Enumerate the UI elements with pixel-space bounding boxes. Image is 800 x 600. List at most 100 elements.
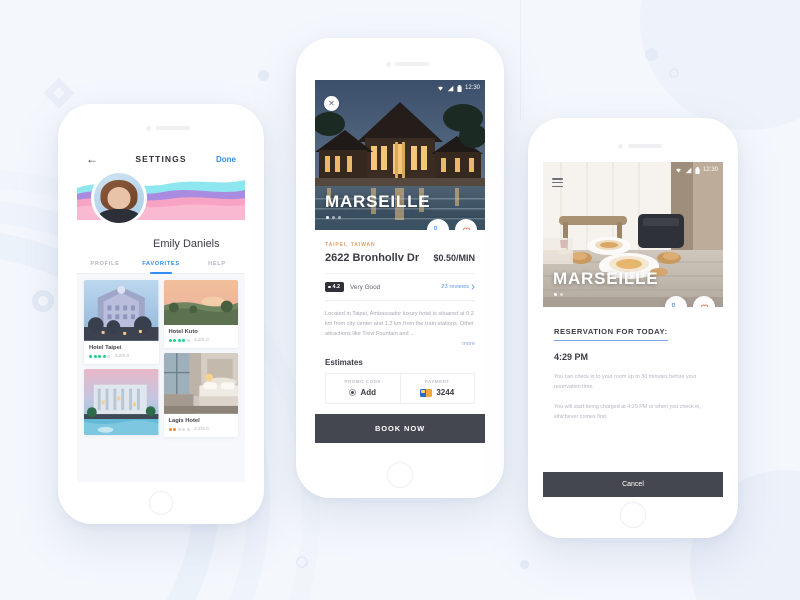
favorite-button[interactable] <box>693 296 715 307</box>
speaker-grille <box>156 126 190 130</box>
camera-dot <box>146 126 151 131</box>
list-item-meta: Lagis Hotel 2.2/5.0 <box>164 414 239 437</box>
profile-name: Emily Daniels <box>153 238 220 250</box>
reservation-time: 4:29 PM <box>554 352 589 362</box>
avatar-face <box>107 186 131 209</box>
hotel-address: 2622 Bronhollv Dr <box>325 252 420 264</box>
heart-icon <box>700 304 708 307</box>
home-button[interactable] <box>620 502 646 528</box>
rating-dot <box>168 427 172 431</box>
tab-profile[interactable]: PROFILE <box>77 254 133 273</box>
background-diamond-icon <box>43 77 75 109</box>
more-link[interactable]: more <box>325 341 475 347</box>
badge-dot-icon <box>328 285 331 289</box>
avatar[interactable] <box>91 170 147 226</box>
hotel-title: MARSEILLE <box>325 192 431 211</box>
hero-action-buttons <box>665 296 715 307</box>
status-bar: 12:30 <box>543 164 723 176</box>
carousel-dot[interactable] <box>554 293 557 296</box>
background-ring-3 <box>296 556 308 568</box>
home-button[interactable] <box>149 491 173 515</box>
radio-icon[interactable] <box>349 389 357 397</box>
call-button[interactable] <box>427 219 449 230</box>
user-avatar-image <box>94 173 144 223</box>
reservation-body: RESERVATION FOR TODAY: 4:29 PM You can c… <box>543 307 723 423</box>
reviews-label: 23 reviews <box>441 284 469 290</box>
rating-row: 4.2 Very Good 23 reviews <box>325 273 475 301</box>
lagis-hotel-room-photo <box>163 353 238 414</box>
hotel-detail-body: TAIPEI, TAIWAN 2622 Bronhollv Dr $0.50/M… <box>315 230 485 444</box>
background-dot-3 <box>520 560 529 569</box>
profile-tabs: PROFILE FAVORITES HELP <box>77 254 245 274</box>
rating-dot <box>177 339 181 343</box>
rating-dot <box>186 339 190 343</box>
phone3-screen: 12:30 MARSEILLE RESERVATION FOR TODAY: 4… <box>543 162 723 497</box>
list-item[interactable] <box>84 368 159 436</box>
carousel-dot[interactable] <box>332 216 335 219</box>
hotel-title: MARSEILLE <box>553 269 659 288</box>
background-line-1 <box>520 0 521 120</box>
hotel-price: $0.50/MIN <box>433 253 475 263</box>
tab-favorites[interactable]: FAVORITES <box>133 254 189 273</box>
promo-code-value-row: Add <box>326 388 400 397</box>
rating-dot <box>186 427 190 431</box>
signal-icon <box>447 85 454 91</box>
favorites-column-left: Hotel Taipei 4.2/5.0 <box>84 280 159 476</box>
home-button[interactable] <box>387 462 413 488</box>
status-time: 12:30 <box>702 167 718 173</box>
done-button[interactable]: Done <box>216 155 236 164</box>
carousel-dot[interactable] <box>326 216 329 219</box>
payment-cell[interactable]: PAYMENT 3244 <box>399 374 475 404</box>
speaker-grille <box>395 62 429 66</box>
background-ring-1 <box>669 68 679 78</box>
carousel-dots[interactable] <box>554 293 563 296</box>
profile-name-row: Emily Daniels <box>77 220 245 254</box>
hero-action-buttons <box>427 219 477 230</box>
close-icon[interactable]: ✕ <box>324 96 339 111</box>
rating-dot <box>182 427 185 431</box>
phone-icon <box>671 302 676 307</box>
rating-score: 4.2/5.0 <box>194 338 209 344</box>
hamburger-bar <box>552 185 563 188</box>
rating-dot <box>107 354 110 358</box>
rating-dot <box>89 354 92 358</box>
reviews-link[interactable]: 23 reviews <box>441 284 475 290</box>
hamburger-icon[interactable] <box>552 178 563 188</box>
rating-dot <box>182 339 185 343</box>
hamburger-bar <box>552 178 563 180</box>
carousel-dot[interactable] <box>560 293 563 296</box>
tab-help[interactable]: HELP <box>189 254 245 273</box>
rating-dot <box>102 354 106 358</box>
phone-settings: ← SETTINGS Done Emily Daniels PROFILE FA… <box>58 104 264 524</box>
hotel-name: Hotel Taipei <box>89 344 122 351</box>
carousel-dots[interactable] <box>326 216 341 219</box>
camera-dot <box>618 144 623 149</box>
hotel-hero: 12:30 ✕ MARSEILLE <box>315 80 485 230</box>
hamburger-bar <box>552 181 563 184</box>
resort-pool-photo <box>84 368 159 436</box>
cancel-button[interactable]: Cancel <box>543 472 723 497</box>
list-item[interactable]: Hotel Taipei 4.2/5.0 <box>84 280 159 364</box>
status-bar: 12:30 <box>315 82 485 94</box>
credit-card-icon <box>420 388 433 397</box>
rating-dot <box>173 427 176 431</box>
book-now-button[interactable]: BOOK NOW <box>315 414 485 444</box>
list-item[interactable]: Lagis Hotel 2.2/5.0 <box>163 353 239 437</box>
background-ring-2 <box>32 290 54 312</box>
hotel-description: Located in Taipei, Ambassador luxury hot… <box>325 311 474 337</box>
battery-icon <box>457 84 462 92</box>
carousel-dot[interactable] <box>338 216 341 219</box>
list-item[interactable]: Hotel Kuto 4.2/5.0 <box>163 280 239 349</box>
promo-code-cell[interactable]: PROMO CODE Add <box>326 374 400 403</box>
favorite-button[interactable] <box>455 219 477 230</box>
status-badge: 4.2 <box>325 282 344 292</box>
call-button[interactable] <box>665 296 687 307</box>
camera-dot <box>386 62 391 67</box>
hotel-kuto-photo <box>163 280 238 326</box>
estimates-panel: PROMO CODE Add PAYMENT 3244 <box>325 373 475 405</box>
phone-icon <box>433 225 438 230</box>
list-item-meta: Hotel Kuto 4.2/5.0 <box>164 325 239 348</box>
list-item-meta: Hotel Taipei 4.2/5.0 <box>84 341 159 364</box>
signal-icon <box>685 167 692 173</box>
rating-row: 4.2/5.0 <box>89 354 154 359</box>
